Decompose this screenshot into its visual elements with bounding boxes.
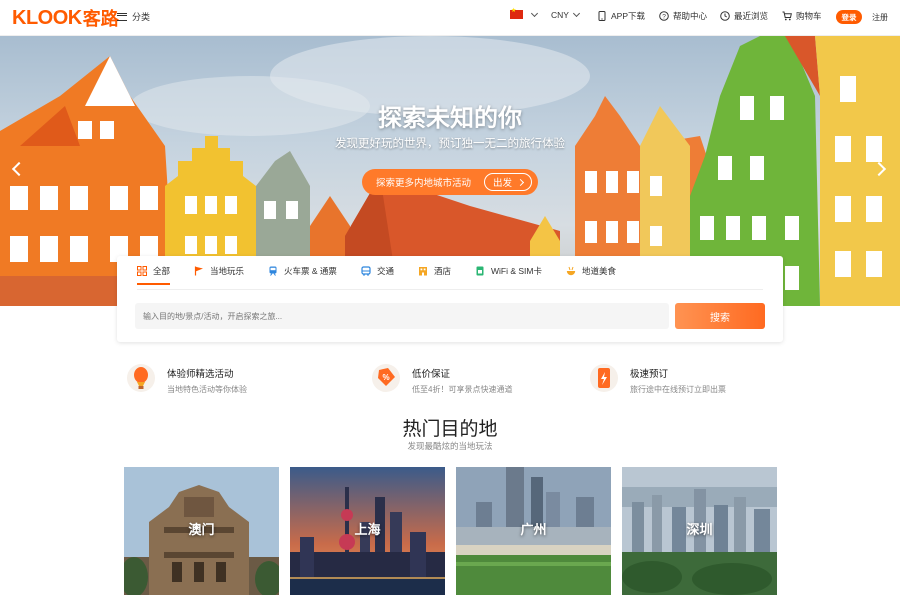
login-button[interactable]: 登录	[836, 10, 862, 24]
klook-logo[interactable]: KLOOK 客路	[12, 6, 119, 30]
destination-name: 广州	[520, 522, 547, 537]
menu-icon	[117, 12, 127, 21]
hotel-icon	[418, 266, 428, 276]
register-link[interactable]: 注册	[872, 12, 888, 23]
feature-title: 体验师精选活动	[167, 369, 234, 380]
app-download-link[interactable]: APP下载	[597, 10, 645, 22]
hero-go-label: 出发	[492, 178, 512, 189]
phone-icon	[597, 11, 607, 21]
feature-title: 极速预订	[630, 369, 669, 380]
recent-label: 最近浏览	[734, 11, 769, 21]
feature-fast-booking: 极速预订 旅行途中在线预订立即出票	[590, 364, 726, 395]
tab-label: 全部	[153, 266, 171, 276]
tab-transport[interactable]: 交通	[361, 265, 394, 285]
language-selector[interactable]	[510, 7, 539, 19]
feature-curated: 体验师精选活动 当地特色活动等你体验	[127, 364, 247, 395]
help-center-label: 帮助中心	[673, 11, 708, 21]
wifi-icon	[475, 266, 485, 276]
category-menu[interactable]: 分类	[117, 10, 150, 23]
bus-icon	[361, 266, 371, 276]
feature-title: 低价保证	[412, 369, 451, 380]
logo-text: KLOOK	[12, 6, 82, 29]
tabs-divider	[137, 289, 763, 290]
destination-name: 上海	[354, 522, 381, 537]
tab-local-activities[interactable]: 当地玩乐	[194, 265, 244, 285]
tab-label: 酒店	[433, 266, 451, 276]
phone-lightning-icon	[590, 364, 618, 392]
search-input[interactable]	[135, 303, 669, 329]
train-icon	[268, 266, 278, 276]
price-tag-icon: %	[372, 364, 400, 392]
tab-hotel[interactable]: 酒店	[418, 265, 451, 285]
chevron-down-icon	[572, 9, 580, 18]
feature-desc: 低至4折！可享景点快速通道	[412, 385, 513, 394]
destination-name: 澳门	[188, 522, 215, 537]
svg-text:%: %	[382, 373, 389, 382]
chevron-down-icon	[530, 9, 539, 17]
currency-label: CNY	[551, 10, 569, 20]
destination-card-shanghai[interactable]: 上海	[290, 467, 445, 595]
tab-label: 交通	[376, 266, 394, 276]
tab-wifi-sim[interactable]: WiFi & SIM卡	[475, 265, 542, 285]
flag-icon	[194, 266, 204, 276]
food-icon	[566, 266, 576, 276]
tab-label: 当地玩乐	[210, 266, 245, 276]
feature-desc: 当地特色活动等你体验	[167, 385, 247, 394]
hero-go-button[interactable]: 出发	[483, 173, 532, 191]
destination-card-shenzhen[interactable]: 深圳	[622, 467, 777, 595]
cart-link[interactable]: 购物车	[782, 10, 822, 22]
section-title: 热门目的地	[402, 419, 498, 440]
search-tabs: 全部 当地玩乐 火车票 & 通票 交通 酒店 WiFi & SIM卡 地道美食	[137, 265, 640, 285]
cart-icon	[782, 11, 792, 21]
tab-label: 地道美食	[581, 266, 616, 276]
app-download-label: APP下载	[611, 11, 646, 21]
help-icon: ?	[659, 11, 669, 21]
search-card: 全部 当地玩乐 火车票 & 通票 交通 酒店 WiFi & SIM卡 地道美食 …	[117, 256, 783, 342]
feature-low-price: % 低价保证 低至4折！可享景点快速通道	[372, 364, 512, 395]
clock-icon	[720, 11, 730, 21]
destination-card-guangzhou[interactable]: 广州	[456, 467, 611, 595]
tab-label: WiFi & SIM卡	[490, 266, 542, 276]
hero-subtitle: 发现更好玩的世界，预订独一无二的旅行体验	[335, 138, 565, 150]
balloon-icon	[127, 364, 155, 392]
svg-text:?: ?	[662, 13, 666, 20]
hero-cta-label: 探索更多内地城市活动	[376, 178, 472, 189]
hero-title: 探索未知的你	[378, 105, 522, 132]
search-button[interactable]: 搜索	[675, 303, 765, 329]
section-subtitle: 发现最酷炫的当地玩法	[407, 441, 493, 451]
tab-local-food[interactable]: 地道美食	[566, 265, 616, 285]
help-center-link[interactable]: ? 帮助中心	[659, 10, 707, 22]
logo-cn: 客路	[82, 9, 119, 29]
hero-cta-button[interactable]: 探索更多内地城市活动 出发	[362, 169, 538, 195]
destination-name: 深圳	[686, 522, 713, 537]
china-flag-icon	[510, 7, 523, 19]
currency-selector[interactable]: CNY	[551, 9, 580, 20]
destination-card-macau[interactable]: 澳门	[124, 467, 279, 595]
tab-all[interactable]: 全部	[137, 265, 171, 285]
top-header: KLOOK 客路 分类 CNY APP下载 ? 帮助中心 最近浏览 购物车	[0, 0, 900, 36]
feature-desc: 旅行途中在线预订立即出票	[630, 385, 726, 394]
cart-label: 购物车	[796, 11, 822, 21]
recent-viewed-link[interactable]: 最近浏览	[720, 10, 768, 22]
tab-label: 火车票 & 通票	[284, 266, 337, 276]
grid-icon	[137, 266, 147, 276]
tab-train-pass[interactable]: 火车票 & 通票	[268, 265, 337, 285]
chevron-right-icon	[516, 178, 525, 186]
category-label: 分类	[132, 12, 151, 22]
